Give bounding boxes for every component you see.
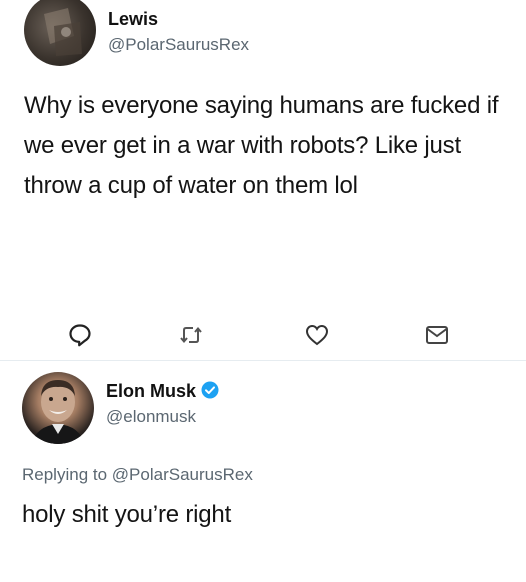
avatar[interactable] xyxy=(22,372,94,444)
retweet-icon[interactable] xyxy=(178,322,204,348)
divider xyxy=(0,360,526,361)
avatar[interactable] xyxy=(24,0,96,66)
tweet-text: holy shit you’re right xyxy=(22,501,232,528)
original-tweet: Lewis @PolarSaurusRex Why is everyone sa… xyxy=(0,0,526,360)
tweet-actions xyxy=(0,322,526,352)
heart-icon[interactable] xyxy=(304,322,330,348)
display-name[interactable]: Elon Musk xyxy=(106,381,219,402)
replying-to-label: Replying to xyxy=(22,465,108,484)
tweet-text: Why is everyone saying humans are fucked… xyxy=(24,92,499,199)
user-handle[interactable]: @elonmusk xyxy=(106,407,196,427)
speech-bubble-icon[interactable] xyxy=(67,322,93,348)
envelope-icon[interactable] xyxy=(424,322,450,348)
reply-tweet: Elon Musk @elonmusk Replying to @PolarSa… xyxy=(0,362,526,582)
replying-to: Replying to @PolarSaurusRex xyxy=(22,465,253,485)
replying-to-mention[interactable]: @PolarSaurusRex xyxy=(112,465,253,484)
display-name[interactable]: Lewis xyxy=(108,9,158,30)
display-name-text: Elon Musk xyxy=(106,381,197,401)
user-handle[interactable]: @PolarSaurusRex xyxy=(108,35,249,55)
verified-badge-icon xyxy=(201,381,219,399)
